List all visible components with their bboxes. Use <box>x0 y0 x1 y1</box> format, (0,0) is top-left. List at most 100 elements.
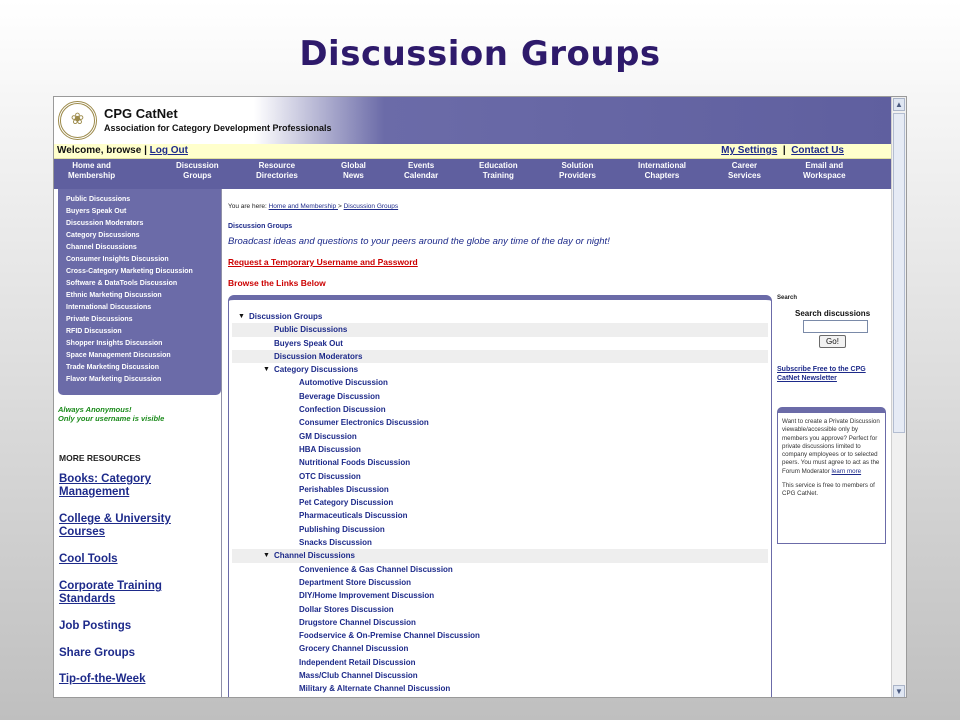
tree-row[interactable]: Discussion Moderators <box>232 349 768 364</box>
tree-row[interactable]: Perishables Discussion <box>232 483 768 496</box>
tree-row[interactable]: Buyers Speak Out <box>232 337 768 350</box>
sidebar-item-buyers-speak-out[interactable]: Buyers Speak Out <box>66 206 221 218</box>
sidebar-item-category-discussions[interactable]: Category Discussions <box>66 230 221 242</box>
tree-item-label[interactable]: Military & Alternate Channel Discussion <box>299 682 450 695</box>
nav-career-services[interactable]: Career Services <box>728 161 761 181</box>
sidebar-item-software-datatools[interactable]: Software & DataTools Discussion <box>66 278 221 290</box>
resource-link-tip-of-week[interactable]: Tip-of-the-Week <box>59 673 219 686</box>
tree-row[interactable]: Publishing Discussion <box>232 523 768 536</box>
tree-row[interactable]: ▼ Category Discussions <box>232 363 768 376</box>
scroll-down-arrow-icon[interactable]: ▼ <box>893 685 905 697</box>
tree-row[interactable]: Pet Category Discussion <box>232 496 768 509</box>
tree-item-label[interactable]: Consumer Electronics Discussion <box>299 416 429 429</box>
tree-item-label[interactable]: Dollar Stores Discussion <box>299 603 394 616</box>
tree-row[interactable]: Convenience & Gas Channel Discussion <box>232 563 768 576</box>
contact-us-link[interactable]: Contact Us <box>791 145 844 156</box>
nav-events-calendar[interactable]: Events Calendar <box>404 161 438 181</box>
expand-triangle-icon[interactable]: ▼ <box>263 363 270 376</box>
sidebar-item-channel-discussions[interactable]: Channel Discussions <box>66 242 221 254</box>
tree-item-label[interactable]: GM Discussion <box>299 430 357 443</box>
tree-item-label[interactable]: Automotive Discussion <box>299 376 388 389</box>
go-button[interactable]: Go! <box>819 335 846 348</box>
tree-item-label[interactable]: Nutritional Foods Discussion <box>299 456 410 469</box>
tree-row[interactable]: OTC Discussion <box>232 470 768 483</box>
sidebar-item-private-discussions[interactable]: Private Discussions <box>66 314 221 326</box>
sidebar-item-discussion-moderators[interactable]: Discussion Moderators <box>66 218 221 230</box>
tree-item-label[interactable]: Discussion Groups <box>249 310 322 323</box>
tree-item-label[interactable]: Drugstore Channel Discussion <box>299 616 416 629</box>
nav-solution-providers[interactable]: Solution Providers <box>559 161 596 181</box>
resource-link-college-courses[interactable]: College & University Courses <box>59 513 219 539</box>
vertical-scrollbar[interactable]: ▲ ▼ <box>891 97 906 697</box>
tree-row[interactable]: Nutritional Foods Discussion <box>232 456 768 469</box>
tree-row[interactable]: Independent Retail Discussion <box>232 656 768 669</box>
tree-row[interactable]: Automotive Discussion <box>232 376 768 389</box>
subscribe-newsletter-link[interactable]: Subscribe Free to the CPG CatNet Newslet… <box>777 365 882 383</box>
nav-international-chapters[interactable]: International Chapters <box>638 161 686 181</box>
tree-item-label[interactable]: Buyers Speak Out <box>274 337 343 350</box>
tree-row[interactable]: ▼ Channel Discussions <box>232 549 768 563</box>
tree-item-label[interactable]: Foodservice & On-Premise Channel Discuss… <box>299 629 480 642</box>
resource-link-job-postings[interactable]: Job Postings <box>59 620 219 633</box>
tree-item-label[interactable]: Snacks Discussion <box>299 536 372 549</box>
nav-email-workspace[interactable]: Email and Workspace <box>803 161 846 181</box>
sidebar-item-consumer-insights[interactable]: Consumer Insights Discussion <box>66 254 221 266</box>
tree-item-label[interactable]: Convenience & Gas Channel Discussion <box>299 563 453 576</box>
expand-triangle-icon[interactable]: ▼ <box>238 310 245 323</box>
tree-row[interactable]: Public Discussions <box>232 323 768 337</box>
nav-global-news[interactable]: Global News <box>341 161 366 181</box>
tree-item-label[interactable]: Public Discussions <box>274 323 347 336</box>
nav-discussion-groups[interactable]: Discussion Groups <box>176 161 219 181</box>
tree-item-label[interactable]: Discussion Moderators <box>274 350 362 363</box>
scroll-up-arrow-icon[interactable]: ▲ <box>893 98 905 111</box>
sidebar-item-public-discussions[interactable]: Public Discussions <box>66 194 221 206</box>
tree-item-label[interactable]: Beverage Discussion <box>299 390 380 403</box>
scrollbar-thumb[interactable] <box>893 113 905 433</box>
search-discussions-input[interactable] <box>803 320 868 333</box>
tree-row[interactable]: Pharmaceuticals Discussion <box>232 509 768 522</box>
tree-item-label[interactable]: Mass/Club Channel Discussion <box>299 669 418 682</box>
tree-item-label[interactable]: Channel Discussions <box>274 549 355 562</box>
breadcrumb-home-link[interactable]: Home and Membership <box>269 203 338 210</box>
tree-row[interactable]: Snacks Discussion <box>232 536 768 549</box>
nav-education-training[interactable]: Education Training <box>479 161 518 181</box>
tree-item-label[interactable]: Category Discussions <box>274 363 358 376</box>
tree-item-label[interactable]: Grocery Channel Discussion <box>299 642 408 655</box>
tree-item-label[interactable]: Perishables Discussion <box>299 483 389 496</box>
tree-row[interactable]: Drugstore Channel Discussion <box>232 616 768 629</box>
tree-row[interactable]: HBA Discussion <box>232 443 768 456</box>
resource-link-books[interactable]: Books: Category Management <box>59 473 219 499</box>
sidebar-item-trade-marketing[interactable]: Trade Marketing Discussion <box>66 362 221 374</box>
tree-row[interactable]: Consumer Electronics Discussion <box>232 416 768 429</box>
resource-link-cool-tools[interactable]: Cool Tools <box>59 553 219 566</box>
tree-row[interactable]: DIY/Home Improvement Discussion <box>232 589 768 602</box>
tree-item-label[interactable]: Pharmaceuticals Discussion <box>299 509 408 522</box>
tree-row[interactable]: Dollar Stores Discussion <box>232 603 768 616</box>
tree-row[interactable]: Military & Alternate Channel Discussion <box>232 682 768 695</box>
tree-row[interactable]: Confection Discussion <box>232 403 768 416</box>
sidebar-item-international-discussions[interactable]: International Discussions <box>66 302 221 314</box>
breadcrumb-current-link[interactable]: Discussion Groups <box>344 203 399 210</box>
sidebar-item-rfid[interactable]: RFID Discussion <box>66 326 221 338</box>
tree-row[interactable]: Foodservice & On-Premise Channel Discuss… <box>232 629 768 642</box>
tree-row[interactable]: Mass/Club Channel Discussion <box>232 669 768 682</box>
sidebar-item-flavor-marketing[interactable]: Flavor Marketing Discussion <box>66 374 221 386</box>
tree-row[interactable]: Grocery Channel Discussion <box>232 642 768 655</box>
tree-item-label[interactable]: HBA Discussion <box>299 443 361 456</box>
nav-home-membership[interactable]: Home and Membership <box>68 161 115 181</box>
tree-row[interactable]: Department Store Discussion <box>232 576 768 589</box>
sidebar-item-space-management[interactable]: Space Management Discussion <box>66 350 221 362</box>
tree-row[interactable]: GM Discussion <box>232 430 768 443</box>
sidebar-item-ethnic-marketing[interactable]: Ethnic Marketing Discussion <box>66 290 221 302</box>
learn-more-link[interactable]: learn more <box>832 468 862 475</box>
tree-item-label[interactable]: Confection Discussion <box>299 403 386 416</box>
sidebar-item-shopper-insights[interactable]: Shopper Insights Discussion <box>66 338 221 350</box>
expand-triangle-icon[interactable]: ▼ <box>263 549 270 562</box>
request-username-link[interactable]: Request a Temporary Username and Passwor… <box>228 257 418 267</box>
seal-logo-icon[interactable]: ❀ <box>58 101 97 140</box>
tree-row[interactable]: Beverage Discussion <box>232 390 768 403</box>
tree-item-label[interactable]: Pet Category Discussion <box>299 496 393 509</box>
sidebar-item-cross-category-marketing[interactable]: Cross-Category Marketing Discussion <box>66 266 221 278</box>
resource-link-share-groups[interactable]: Share Groups <box>59 647 219 660</box>
tree-row[interactable]: ▼ Discussion Groups <box>232 310 768 323</box>
